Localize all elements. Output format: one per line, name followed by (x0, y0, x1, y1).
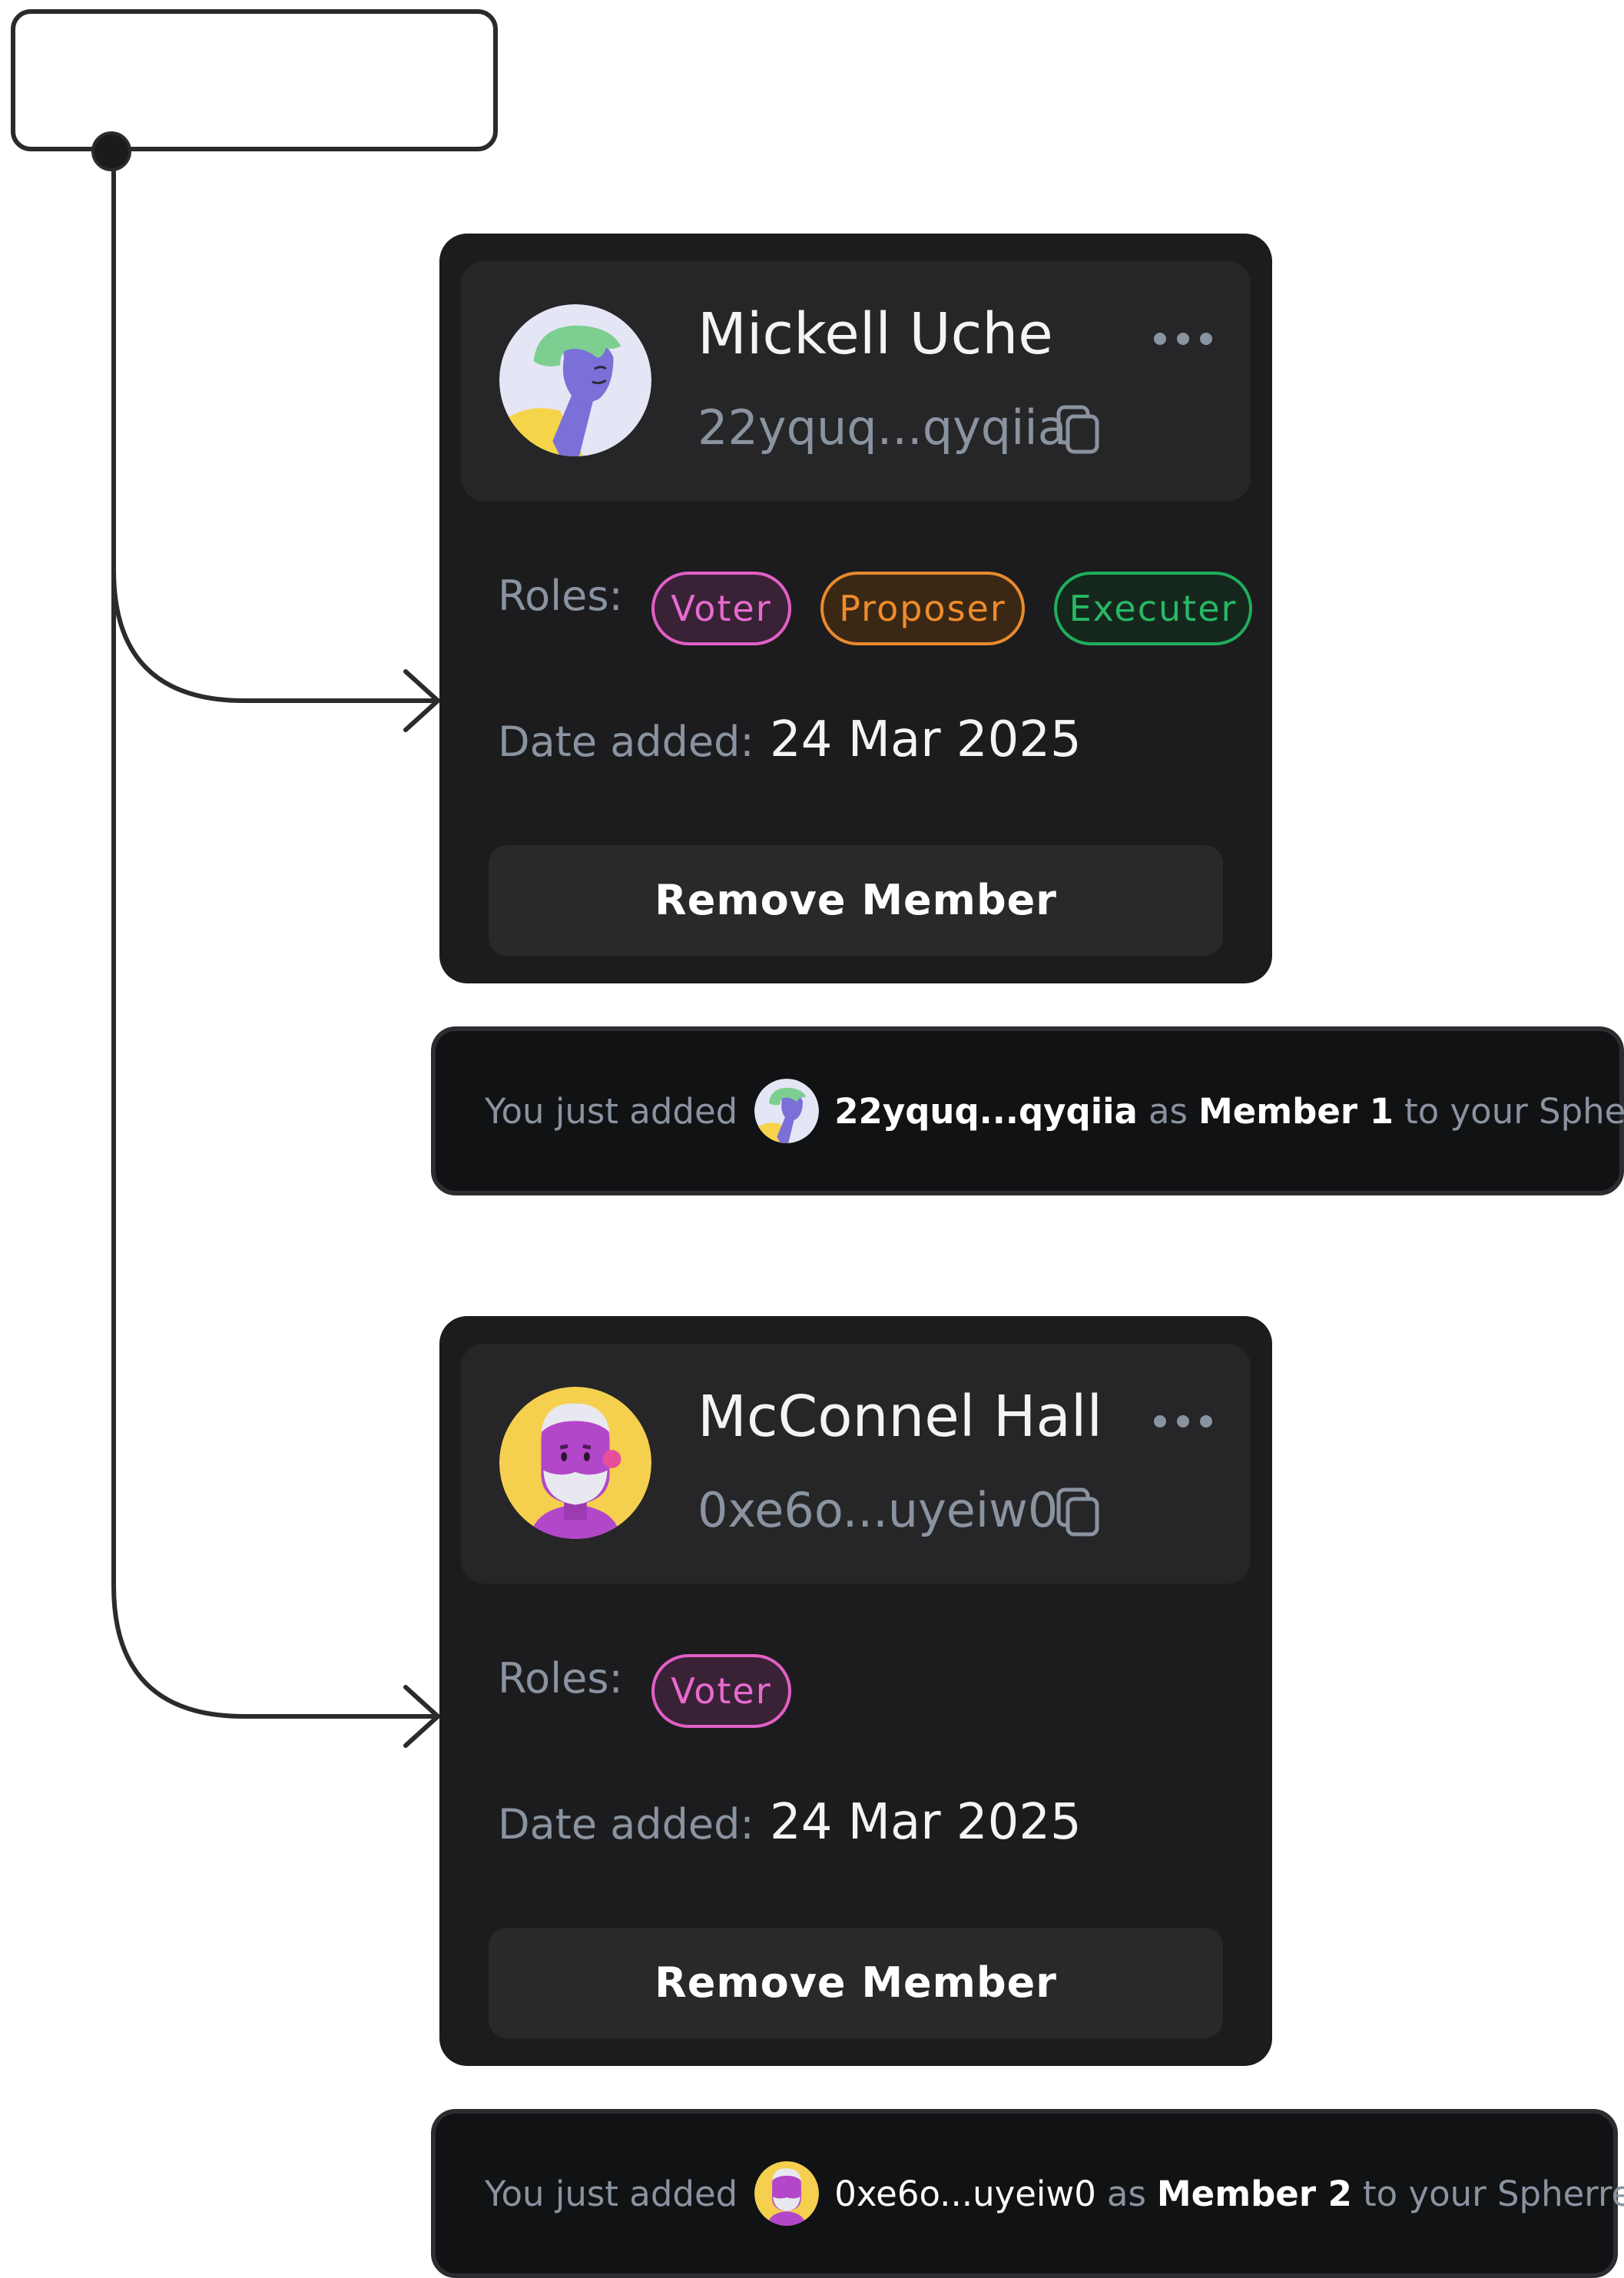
bearded-avatar-icon (754, 2161, 820, 2226)
date-added-label: Date added: (498, 1800, 754, 1849)
green-hair-avatar-icon (754, 1079, 820, 1143)
date-added-value: 24 Mar 2025 (770, 1794, 1082, 1851)
roles-label: Roles: (498, 572, 623, 620)
role-badge-proposer: Proposer (820, 572, 1025, 645)
roles-label: Roles: (498, 1654, 623, 1703)
toast-prefix: You just added (485, 2173, 738, 2214)
date-added-label: Date added: (498, 718, 754, 766)
toast-message: You just added 0xe6o...uyeiw0 as Member … (485, 2114, 1624, 2273)
green-hair-avatar-icon (499, 304, 651, 456)
toast-suffix: to your Spherre (1363, 2173, 1624, 2214)
connector-to-member-2 (111, 568, 439, 1719)
toast-member-label: Member 1 (1198, 1090, 1394, 1132)
toast-suffix: to your Spherre (1404, 1090, 1624, 1132)
member-added-toast: You just added 0xe6o...uyeiw0 as Member … (431, 2109, 1624, 2278)
member-name: Mickell Uche (698, 301, 1053, 367)
copy-icon[interactable] (1056, 404, 1102, 456)
toast-address: 22yquq...qyqiia (834, 1090, 1138, 1132)
toast-address: 0xe6o...uyeiw0 (834, 2173, 1096, 2214)
member-card-header: Mickell Uche 22yquq...qyqiia (461, 261, 1251, 501)
connector-to-member-1 (111, 149, 439, 703)
toast-as: as (1148, 1090, 1188, 1132)
member-added-toast: You just added 22yquq...qyqiia as Member… (431, 1026, 1624, 1195)
remove-member-button[interactable]: Remove Member (489, 1928, 1223, 2038)
member-card: McConnel Hall 0xe6o...uyeiw0 Roles: Vote… (439, 1316, 1272, 2066)
more-options-icon[interactable] (1152, 327, 1214, 350)
member-address: 22yquq...qyqiia (698, 400, 1067, 456)
toast-member-label: Member 2 (1156, 2173, 1352, 2214)
member-card-header: McConnel Hall 0xe6o...uyeiw0 (461, 1344, 1251, 1583)
role-badge-voter: Voter (651, 572, 791, 645)
copy-icon[interactable] (1056, 1487, 1102, 1539)
member-name: McConnel Hall (698, 1384, 1102, 1450)
remove-member-button[interactable]: Remove Member (489, 845, 1223, 956)
source-connector-dot (91, 131, 131, 171)
toast-as: as (1106, 2173, 1146, 2214)
date-added-value: 24 Mar 2025 (770, 711, 1082, 768)
more-options-icon[interactable] (1152, 1410, 1214, 1433)
member-card: Mickell Uche 22yquq...qyqiia Roles: Vote… (439, 234, 1272, 983)
member-address: 0xe6o...uyeiw0 (698, 1482, 1059, 1538)
toast-prefix: You just added (485, 1090, 738, 1132)
bearded-avatar-icon (499, 1387, 651, 1539)
toast-message: You just added 22yquq...qyqiia as Member… (485, 1031, 1624, 1191)
role-badge-executer: Executer (1054, 572, 1252, 645)
source-node-box (11, 9, 498, 151)
role-badge-voter: Voter (651, 1654, 791, 1728)
